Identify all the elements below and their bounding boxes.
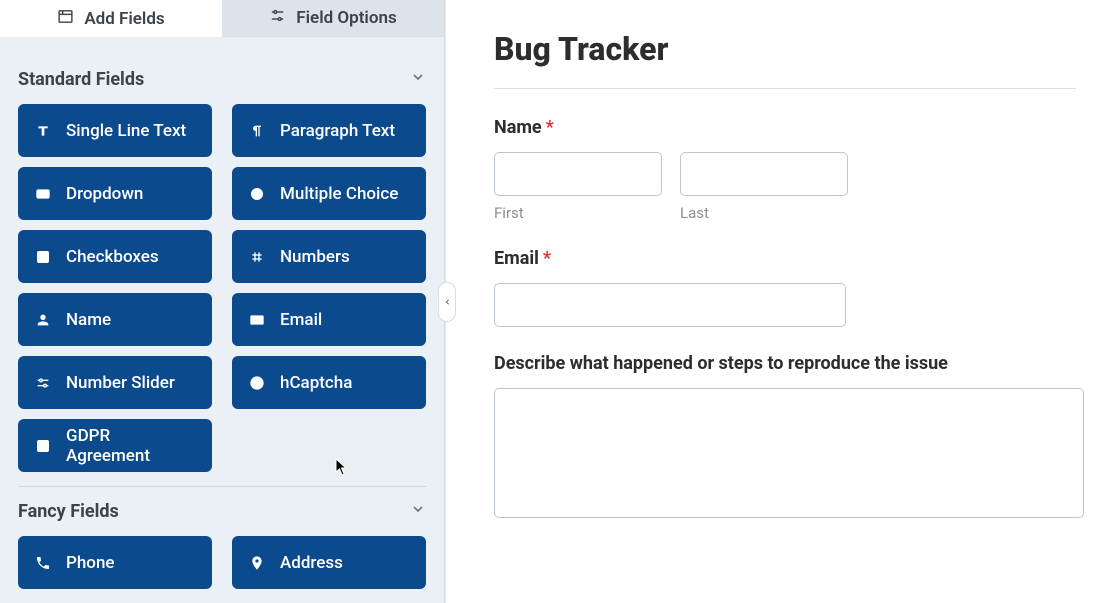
standard-fields-grid: Single Line Text Paragraph Text Dropdown… — [18, 104, 426, 472]
describe-label: Describe what happened or steps to repro… — [494, 353, 1076, 374]
title-divider — [494, 88, 1076, 89]
name-row: First Last — [494, 152, 1076, 222]
field-numbers[interactable]: Numbers — [232, 230, 426, 283]
last-sublabel: Last — [680, 204, 848, 222]
tab-label: Add Fields — [84, 9, 164, 29]
name-label: Name* — [494, 117, 1076, 138]
field-label: Numbers — [280, 247, 350, 267]
field-label: Email — [280, 310, 322, 330]
first-sublabel: First — [494, 204, 662, 222]
fancy-fields-grid: Phone Address — [18, 536, 426, 589]
form-title[interactable]: Bug Tracker — [494, 30, 1076, 68]
field-label: Single Line Text — [66, 121, 186, 141]
describe-textarea[interactable] — [494, 388, 1084, 518]
paragraph-icon — [248, 122, 266, 140]
field-label: Paragraph Text — [280, 121, 395, 141]
field-number-slider[interactable]: Number Slider — [18, 356, 212, 409]
sliders-icon — [269, 7, 286, 29]
last-name-input[interactable] — [680, 152, 848, 196]
check-icon — [34, 437, 52, 455]
standard-fields-section: Standard Fields Single Line Text Paragra… — [0, 37, 444, 603]
field-phone[interactable]: Phone — [18, 536, 212, 589]
field-label: Address — [280, 553, 343, 573]
chevron-down-icon — [410, 501, 426, 522]
checkbox-icon — [34, 248, 52, 266]
first-name-input[interactable] — [494, 152, 662, 196]
form-preview: Bug Tracker Name* First Last Email* Desc… — [445, 0, 1116, 603]
label-text: Email — [494, 248, 539, 269]
field-paragraph-text[interactable]: Paragraph Text — [232, 104, 426, 157]
field-label: hCaptcha — [280, 373, 352, 393]
field-label: Number Slider — [66, 373, 175, 393]
field-gdpr-agreement[interactable]: GDPR Agreement — [18, 419, 212, 472]
sidebar: Add Fields Field Options Standard Fields… — [0, 0, 445, 603]
section-title: Fancy Fields — [18, 501, 119, 522]
collapse-sidebar-button[interactable] — [438, 282, 456, 322]
field-label: Multiple Choice — [280, 184, 398, 204]
chevron-down-icon — [410, 69, 426, 90]
field-single-line-text[interactable]: Single Line Text — [18, 104, 212, 157]
field-address[interactable]: Address — [232, 536, 426, 589]
field-checkboxes[interactable]: Checkboxes — [18, 230, 212, 283]
field-label: GDPR Agreement — [66, 426, 196, 466]
tab-add-fields[interactable]: Add Fields — [0, 0, 222, 37]
phone-icon — [34, 554, 52, 572]
hash-icon — [248, 248, 266, 266]
dropdown-icon — [34, 185, 52, 203]
map-pin-icon — [248, 554, 266, 572]
required-marker: * — [546, 117, 554, 138]
field-label: Name — [66, 310, 111, 330]
required-marker: * — [543, 248, 551, 269]
name-field[interactable]: Name* First Last — [494, 117, 1076, 222]
describe-field[interactable]: Describe what happened or steps to repro… — [494, 353, 1076, 522]
field-multiple-choice[interactable]: Multiple Choice — [232, 167, 426, 220]
field-label: Phone — [66, 553, 115, 573]
user-icon — [34, 311, 52, 329]
email-icon — [248, 311, 266, 329]
email-input[interactable] — [494, 283, 846, 327]
section-title: Standard Fields — [18, 69, 144, 90]
text-icon — [34, 122, 52, 140]
section-header-standard[interactable]: Standard Fields — [18, 69, 426, 90]
email-field[interactable]: Email* — [494, 248, 1076, 327]
label-text: Name — [494, 117, 542, 138]
field-label: Checkboxes — [66, 247, 159, 267]
slider-icon — [34, 374, 52, 392]
field-email[interactable]: Email — [232, 293, 426, 346]
tabs: Add Fields Field Options — [0, 0, 444, 37]
tab-field-options[interactable]: Field Options — [222, 0, 444, 37]
section-header-fancy[interactable]: Fancy Fields — [18, 501, 426, 522]
question-icon — [248, 374, 266, 392]
form-icon — [57, 8, 74, 30]
field-dropdown[interactable]: Dropdown — [18, 167, 212, 220]
field-name[interactable]: Name — [18, 293, 212, 346]
field-hcaptcha[interactable]: hCaptcha — [232, 356, 426, 409]
divider — [18, 486, 426, 487]
field-label: Dropdown — [66, 184, 143, 204]
radio-icon — [248, 185, 266, 203]
tab-label: Field Options — [296, 8, 396, 28]
email-label: Email* — [494, 248, 1076, 269]
